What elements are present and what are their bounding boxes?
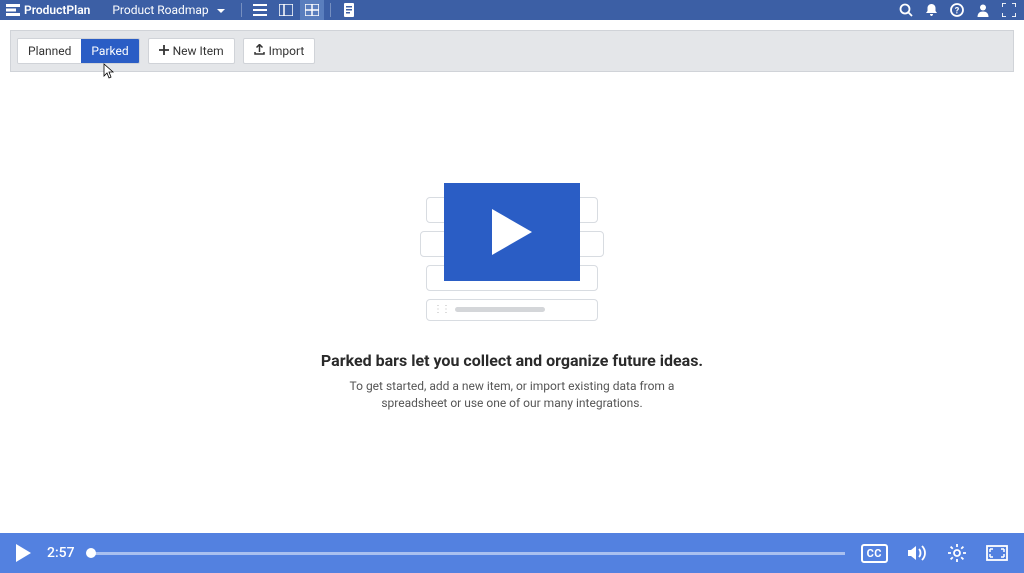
expand-icon [1002,3,1016,17]
board-icon [279,4,293,16]
plan-tabs: Planned Parked [17,38,140,64]
new-item-button[interactable]: New Item [148,38,235,64]
plus-icon [159,44,169,58]
notifications-button[interactable] [925,3,938,17]
fullscreen-icon [986,545,1008,561]
upload-icon [254,44,265,58]
board-view-button[interactable] [274,0,298,20]
import-label: Import [269,44,305,58]
empty-state-title: Parked bars let you collect and organize… [321,351,703,370]
table-icon [305,4,319,16]
user-icon [976,3,990,17]
illustration-bar [455,307,545,312]
cc-icon: CC [861,544,888,563]
video-progress-thumb[interactable] [86,548,96,558]
brand-name: ProductPlan [24,3,90,17]
video-play-button[interactable] [16,544,31,562]
drag-handle-icon: ⋮⋮ [433,304,449,315]
app-header: ProductPlan Product Roadmap ? [0,0,1024,20]
volume-icon [908,545,928,561]
brand[interactable]: ProductPlan [6,3,102,17]
video-player-bar: 2:57 CC [0,533,1024,573]
document-icon [343,3,355,17]
search-button[interactable] [899,3,913,17]
list-icon [253,4,267,16]
volume-button[interactable] [908,545,928,561]
main-content: ⋮⋮ Parked bars let you collect and organ… [0,75,1024,533]
chevron-down-icon [217,3,225,17]
video-controls-right: CC [861,544,1008,563]
play-icon [492,209,532,255]
captions-button[interactable]: CC [861,544,888,563]
toolbar: Planned Parked New Item Import [10,30,1014,72]
search-icon [899,3,913,17]
fullscreen-button[interactable] [986,545,1008,561]
document-button[interactable] [337,0,361,20]
help-icon: ? [950,3,964,17]
table-view-button[interactable] [300,0,324,20]
help-button[interactable]: ? [950,3,964,17]
play-icon [16,544,31,562]
fullscreen-button[interactable] [1002,3,1016,17]
video-time: 2:57 [47,545,75,561]
empty-state-illustration: ⋮⋮ [426,197,598,321]
video-play-overlay[interactable] [444,183,580,281]
project-dropdown[interactable]: Product Roadmap [102,0,234,20]
video-progress-bar[interactable] [91,552,845,555]
project-name: Product Roadmap [112,3,208,17]
divider [330,3,331,17]
illustration-card: ⋮⋮ [426,299,598,321]
empty-state-subtitle: To get started, add a new item, or impor… [332,378,692,412]
gear-icon [948,544,966,562]
tab-planned[interactable]: Planned [18,39,81,63]
user-button[interactable] [976,3,990,17]
header-actions: ? [899,3,1018,17]
tab-parked[interactable]: Parked [81,39,138,63]
new-item-label: New Item [173,44,224,58]
import-button[interactable]: Import [243,38,316,64]
view-switcher [248,0,324,20]
brand-icon [6,4,20,16]
settings-button[interactable] [948,544,966,562]
list-view-button[interactable] [248,0,272,20]
divider [241,3,242,17]
bell-icon [925,3,938,17]
svg-text:?: ? [955,7,960,17]
